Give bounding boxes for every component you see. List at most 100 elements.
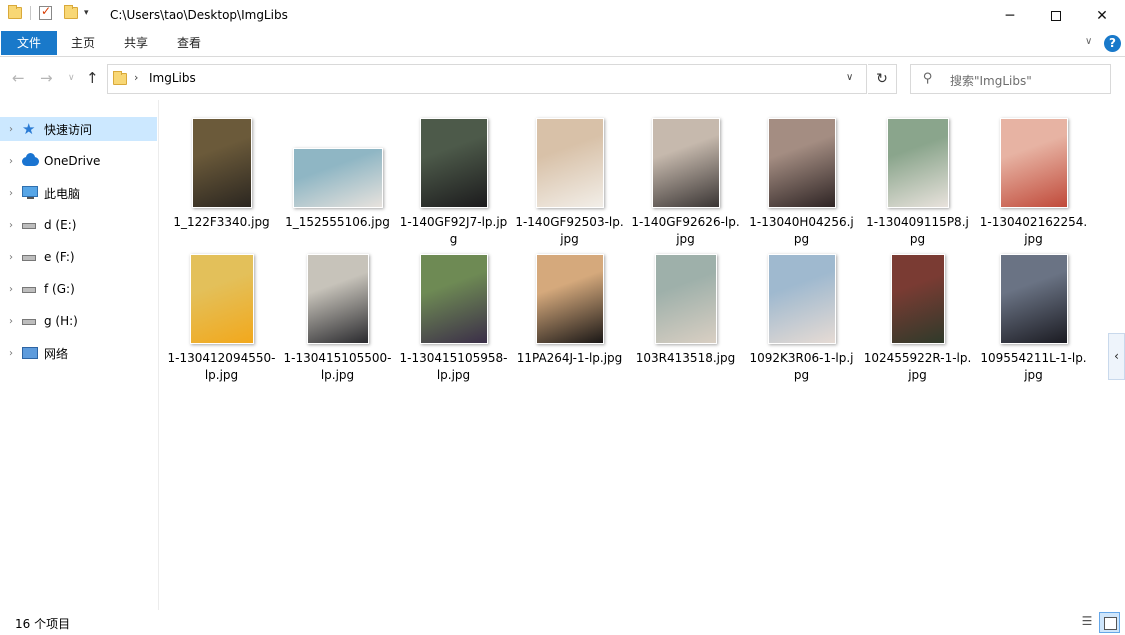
image-thumbnail[interactable] xyxy=(419,254,488,344)
search-icon: ⚲ xyxy=(923,71,933,86)
search-input[interactable]: ⚲ 搜索"ImgLibs" xyxy=(910,64,1111,94)
new-folder-icon[interactable] xyxy=(64,5,78,19)
tab-file[interactable]: 文件 xyxy=(1,31,57,55)
sidebar-item-drive-h[interactable]: › g (H:) xyxy=(0,309,157,333)
file-item[interactable]: 1_152555106.jpg xyxy=(279,110,396,231)
image-thumbnail[interactable] xyxy=(306,254,369,344)
up-arrow-icon[interactable]: ↑ xyxy=(86,69,99,87)
sidebar-item-label: 此电脑 xyxy=(44,186,81,201)
thumbnail-container xyxy=(511,110,628,208)
tab-share[interactable]: 共享 xyxy=(112,31,160,55)
thumbnail-container xyxy=(163,246,280,344)
image-thumbnail[interactable] xyxy=(651,118,720,208)
sidebar-item-label: f (G:) xyxy=(44,282,75,296)
sidebar-item-drive-e[interactable]: › d (E:) xyxy=(0,213,157,237)
preview-pane-toggle[interactable]: ‹ xyxy=(1108,333,1125,380)
file-item[interactable]: 1-130409115P8.jpg xyxy=(859,110,976,248)
help-icon[interactable]: ? xyxy=(1104,35,1121,52)
image-thumbnail[interactable] xyxy=(535,254,604,344)
chevron-right-icon[interactable]: › xyxy=(0,124,22,135)
sidebar-item-label: d (E:) xyxy=(44,218,77,232)
file-name: 1-13040H04256.jpg xyxy=(749,215,854,246)
chevron-right-icon[interactable]: › xyxy=(0,316,22,327)
file-name: 1-140GF92503-lp.jpg xyxy=(515,215,624,246)
sidebar-item-onedrive[interactable]: › OneDrive xyxy=(0,149,157,173)
file-name: 1-130409115P8.jpg xyxy=(866,215,969,246)
address-bar[interactable]: › ImgLibs ∨ xyxy=(107,64,867,94)
file-item[interactable]: 102455922R-1-lp.jpg xyxy=(859,246,976,384)
expand-ribbon-icon[interactable]: ∨ xyxy=(1085,36,1092,47)
properties-icon[interactable] xyxy=(39,4,52,20)
large-icons-view-icon[interactable] xyxy=(1099,612,1120,633)
file-item[interactable]: 1-130415105500-lp.jpg xyxy=(279,246,396,384)
file-item[interactable]: 109554211L-1-lp.jpg xyxy=(975,246,1092,384)
file-item[interactable]: 1-130412094550-lp.jpg xyxy=(163,246,280,384)
image-thumbnail[interactable] xyxy=(767,254,836,344)
sidebar-item-network[interactable]: › 网络 xyxy=(0,341,157,365)
address-history-dropdown-icon[interactable]: ∨ xyxy=(846,72,853,83)
chevron-right-icon[interactable]: › xyxy=(0,284,22,295)
file-item[interactable]: 1-130415105958-lp.jpg xyxy=(395,246,512,384)
ribbon-tabs: 文件 主页 共享 查看 ∨ ? xyxy=(0,31,1125,57)
sidebar-item-quick-access[interactable]: › ★ 快速访问 xyxy=(0,117,157,141)
thumbnail-container xyxy=(975,246,1092,344)
image-thumbnail[interactable] xyxy=(999,118,1068,208)
image-thumbnail[interactable] xyxy=(292,148,383,208)
close-icon: ✕ xyxy=(1096,7,1108,24)
image-thumbnail[interactable] xyxy=(189,254,254,344)
file-name: 1-130402162254.jpg xyxy=(979,215,1088,246)
file-item[interactable]: 1-13040H04256.jpg xyxy=(743,110,860,248)
maximize-icon xyxy=(1051,10,1061,21)
breadcrumb-chevron-icon[interactable]: › xyxy=(134,71,138,84)
chevron-right-icon[interactable]: › xyxy=(0,348,22,359)
recent-locations-chevron-icon[interactable]: ∨ xyxy=(68,73,75,83)
pane-divider[interactable] xyxy=(158,100,159,610)
image-thumbnail[interactable] xyxy=(886,118,949,208)
forward-arrow-icon[interactable]: → xyxy=(40,69,53,87)
file-item[interactable]: 103R413518.jpg xyxy=(627,246,744,367)
image-thumbnail[interactable] xyxy=(890,254,945,344)
image-thumbnail[interactable] xyxy=(191,118,252,208)
toolbar-divider xyxy=(30,6,31,20)
file-item[interactable]: 11PA264J-1-lp.jpg xyxy=(511,246,628,367)
close-button[interactable]: ✕ xyxy=(1079,0,1125,31)
maximize-button[interactable] xyxy=(1033,0,1079,31)
sidebar-item-label: OneDrive xyxy=(44,154,101,168)
file-item[interactable]: 1_122F3340.jpg xyxy=(163,110,280,231)
tab-view[interactable]: 查看 xyxy=(164,31,214,55)
file-item[interactable]: 1-130402162254.jpg xyxy=(975,110,1092,248)
sidebar-item-label: 网络 xyxy=(44,346,69,361)
file-item[interactable]: 1092K3R06-1-lp.jpg xyxy=(743,246,860,384)
minimize-button[interactable]: ─ xyxy=(987,0,1033,31)
drive-icon xyxy=(22,217,40,233)
network-icon xyxy=(22,345,40,361)
file-item[interactable]: 1-140GF92J7-lp.jpg xyxy=(395,110,512,248)
chevron-right-icon[interactable]: › xyxy=(0,252,22,263)
sidebar-item-drive-f[interactable]: › e (F:) xyxy=(0,245,157,269)
thumbnail-container xyxy=(163,110,280,208)
onedrive-cloud-icon xyxy=(22,153,40,169)
sidebar-item-drive-g[interactable]: › f (G:) xyxy=(0,277,157,301)
details-view-icon[interactable]: ☰ xyxy=(1078,614,1096,630)
file-name: 103R413518.jpg xyxy=(635,351,736,365)
file-item[interactable]: 1-140GF92626-lp.jpg xyxy=(627,110,744,248)
thumbnail-container xyxy=(975,110,1092,208)
customize-toolbar-dropdown-icon[interactable]: ▾ xyxy=(84,8,89,18)
back-arrow-icon[interactable]: ← xyxy=(12,69,25,87)
chevron-left-icon: ‹ xyxy=(1114,349,1119,363)
refresh-button[interactable]: ↻ xyxy=(868,64,897,94)
chevron-right-icon[interactable]: › xyxy=(0,188,22,199)
tab-home[interactable]: 主页 xyxy=(58,31,108,55)
breadcrumb-imglibs[interactable]: ImgLibs xyxy=(149,71,196,85)
file-item[interactable]: 1-140GF92503-lp.jpg xyxy=(511,110,628,248)
sidebar-item-this-pc[interactable]: › 此电脑 xyxy=(0,181,157,205)
chevron-right-icon[interactable]: › xyxy=(0,220,22,231)
image-thumbnail[interactable] xyxy=(535,118,604,208)
image-thumbnail[interactable] xyxy=(767,118,836,208)
sidebar-item-label: 快速访问 xyxy=(44,122,93,137)
image-thumbnail[interactable] xyxy=(654,254,717,344)
status-bar: 16 个项目 ☰ xyxy=(0,610,1125,635)
image-thumbnail[interactable] xyxy=(419,118,488,208)
image-thumbnail[interactable] xyxy=(999,254,1068,344)
chevron-right-icon[interactable]: › xyxy=(0,156,22,167)
